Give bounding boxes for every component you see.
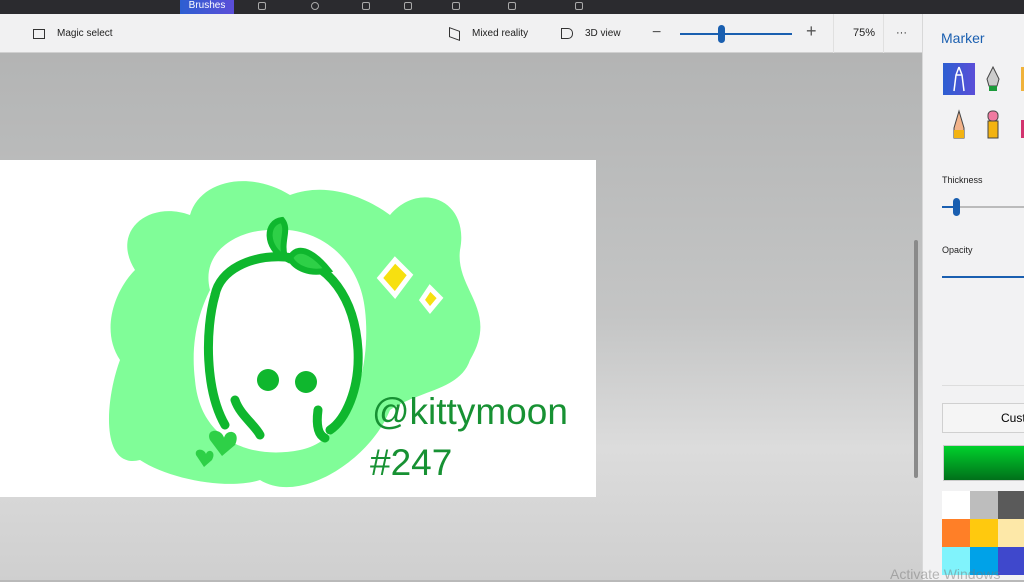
tab-2d-shapes-icon[interactable] [258, 2, 266, 10]
magic-select-label: Magic select [57, 28, 113, 39]
thickness-label: Thickness [942, 175, 983, 185]
pencil-icon [953, 109, 965, 139]
mixed-reality-label: Mixed reality [472, 28, 529, 39]
zoom-out-button[interactable]: − [652, 24, 661, 42]
drawing-canvas[interactable]: @kittymoon #247 [0, 160, 596, 497]
artwork-number-text: #247 [370, 442, 452, 483]
calligraphy-pen-button[interactable] [977, 63, 1009, 95]
tab-text-icon[interactable] [404, 2, 412, 10]
opacity-slider[interactable] [942, 276, 1024, 278]
mixed-reality-button[interactable]: Mixed reality [449, 14, 528, 53]
palette-swatch[interactable] [998, 547, 1024, 575]
pencil-button[interactable] [943, 108, 975, 140]
zoom-in-button[interactable]: + [806, 21, 817, 42]
tab-canvas-icon[interactable] [508, 2, 516, 10]
palette-swatch[interactable] [998, 491, 1024, 519]
marker-icon [953, 66, 965, 92]
artwork: @kittymoon #247 [108, 181, 568, 488]
opacity-label: Opacity [942, 245, 973, 255]
divider [883, 14, 884, 53]
panel-title: Marker [941, 30, 985, 46]
3d-view-button[interactable]: 3D view [561, 14, 621, 53]
custom-color-label: Custom [1001, 411, 1024, 425]
brushes-panel: Marker Thickness Opacity Custom [922, 14, 1024, 580]
current-color-swatch[interactable] [943, 445, 1024, 481]
workspace: @kittymoon #247 [0, 53, 922, 580]
zoom-level[interactable]: 75% [853, 27, 875, 39]
magic-select-button[interactable]: Magic select [33, 14, 113, 53]
color-palette [942, 491, 1024, 575]
eraser-icon [987, 110, 999, 139]
divider [942, 385, 1024, 386]
vertical-scrollbar[interactable] [914, 240, 918, 478]
crayon-icon [1021, 120, 1024, 138]
palette-swatch[interactable] [942, 519, 970, 547]
tab-3d-library-icon[interactable] [575, 2, 583, 10]
eraser-button[interactable] [977, 108, 1009, 140]
oil-brush-icon [1021, 67, 1024, 91]
magic-select-icon [33, 28, 45, 39]
more-button[interactable]: ··· [896, 27, 907, 39]
title-bar: Brushes [0, 0, 1024, 14]
oil-brush-button[interactable] [1011, 63, 1024, 95]
thickness-slider-thumb[interactable] [953, 198, 960, 216]
3d-view-icon [561, 28, 573, 39]
palette-swatch[interactable] [970, 519, 998, 547]
palette-swatch[interactable] [970, 491, 998, 519]
toolbar: Magic select Mixed reality 3D view − + 7… [0, 14, 922, 53]
artwork-handle-text: @kittymoon [372, 391, 568, 432]
tab-stickers-icon[interactable] [362, 2, 370, 10]
tab-brushes[interactable]: Brushes [180, 0, 234, 14]
custom-color-button[interactable]: Custom [942, 403, 1024, 433]
calligraphy-pen-icon [986, 65, 1000, 91]
zoom-slider-thumb[interactable] [718, 25, 725, 43]
tab-effects-icon[interactable] [452, 2, 460, 10]
palette-swatch[interactable] [942, 491, 970, 519]
tab-3d-shapes-icon[interactable] [311, 2, 319, 10]
palette-swatch[interactable] [998, 519, 1024, 547]
3d-view-label: 3D view [585, 28, 621, 39]
marker-brush-button[interactable] [943, 63, 975, 95]
crayon-button[interactable] [1011, 108, 1024, 140]
zoom-slider[interactable] [680, 33, 792, 35]
mixed-reality-icon [449, 26, 460, 41]
divider [833, 14, 834, 53]
